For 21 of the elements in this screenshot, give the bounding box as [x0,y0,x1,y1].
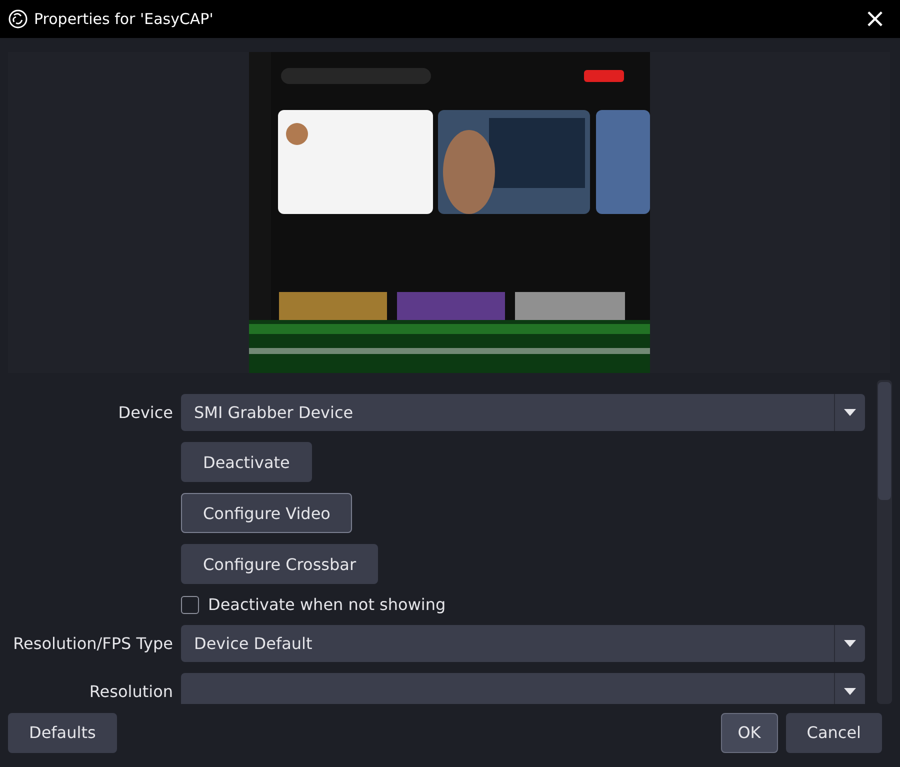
field-label: Resolution [88,682,173,701]
caret-icon [844,688,856,695]
property-button[interactable]: Configure Crossbar [181,544,378,584]
close-button[interactable]: × [858,2,892,36]
dropdown[interactable]: SMI Grabber Device [181,394,865,431]
dialog-button[interactable]: Cancel [786,712,882,752]
property-button[interactable]: Configure Video [181,493,352,533]
dropdown[interactable]: Device Default [181,625,865,662]
field-label: Resolution/FPS Type [12,634,173,653]
checkbox-label: Deactivate when not showing [208,595,446,614]
caret-icon [844,409,856,416]
checkbox[interactable] [181,596,199,614]
caret-icon [844,640,856,647]
window-title: Properties for 'EasyCAP' [34,10,214,28]
scrollbar[interactable] [877,380,892,704]
app-logo-icon [8,9,28,29]
dialog-button[interactable]: OK [720,712,778,752]
field-label: Device [117,403,173,422]
property-button[interactable]: Deactivate [181,442,312,482]
dialog-button[interactable]: Defaults [8,712,117,752]
dropdown[interactable] [181,673,865,704]
